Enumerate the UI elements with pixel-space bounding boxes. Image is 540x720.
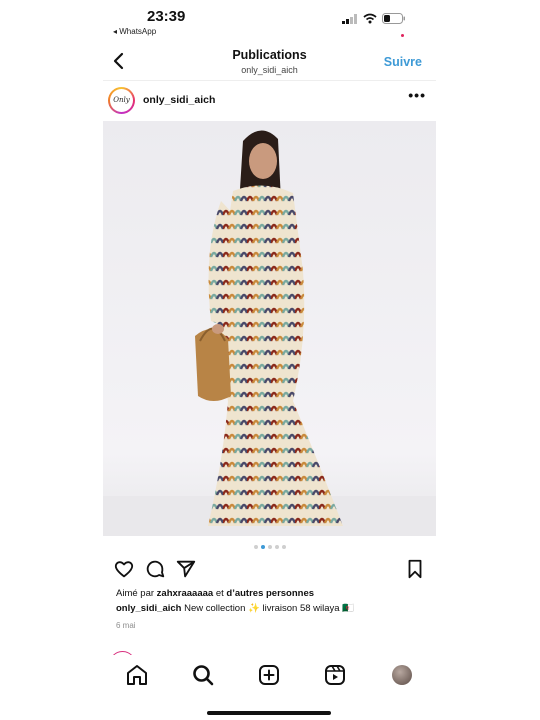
search-icon[interactable] <box>191 663 215 687</box>
home-indicator[interactable] <box>207 711 331 715</box>
post-username[interactable]: only_sidi_aich <box>143 94 215 106</box>
carousel-dot <box>253 545 258 549</box>
post-date: 6 mai <box>116 621 136 630</box>
avatar-logo-text: Only <box>110 89 133 112</box>
likes-prefix: Aimé par <box>116 588 157 599</box>
carousel-indicator <box>103 545 436 549</box>
signal-icon <box>342 13 357 24</box>
likes-user[interactable]: zahxraaaaaa <box>157 588 214 599</box>
more-options-button[interactable]: ••• <box>408 87 426 103</box>
carousel-dot-active <box>260 545 265 549</box>
likes-others[interactable]: d’autres personnes <box>226 588 314 599</box>
send-icon[interactable] <box>175 558 197 580</box>
notification-dot <box>401 34 404 37</box>
post-photo[interactable] <box>103 121 436 536</box>
carousel-dot <box>274 545 279 549</box>
heart-icon[interactable] <box>113 558 135 580</box>
photo-illustration <box>103 121 436 536</box>
top-header: Publications only_sidi_aich Suivre <box>103 40 436 81</box>
caption-text: New collection ✨ livraison 58 wilaya 🇩🇿 <box>181 603 355 614</box>
caption-username[interactable]: only_sidi_aich <box>116 603 181 614</box>
create-icon[interactable] <box>257 663 281 687</box>
back-to-whatsapp[interactable]: ◂ WhatsApp <box>113 27 156 36</box>
carousel-dot <box>267 545 272 549</box>
battery-icon <box>382 13 405 24</box>
bottom-tab-bar <box>103 655 436 695</box>
avatar[interactable]: Only <box>108 87 135 114</box>
comment-icon[interactable] <box>144 558 166 580</box>
wifi-icon <box>363 13 377 24</box>
reels-icon[interactable] <box>323 663 347 687</box>
follow-button[interactable]: Suivre <box>384 55 422 69</box>
carousel-dot <box>281 545 286 549</box>
post-header: Only only_sidi_aich ••• <box>103 84 436 120</box>
status-icons <box>342 13 406 24</box>
bookmark-icon[interactable] <box>404 558 426 580</box>
likes-summary[interactable]: Aimé par zahxraaaaaa et d’autres personn… <box>116 588 314 599</box>
post-caption: only_sidi_aich New collection ✨ livraiso… <box>116 603 354 614</box>
post-action-bar <box>103 556 436 584</box>
status-time: 23:39 <box>147 8 186 25</box>
home-icon[interactable] <box>125 663 149 687</box>
profile-avatar[interactable] <box>392 665 412 685</box>
phone-screen: 23:39 ◂ WhatsApp Publications only_sidi_… <box>103 0 436 720</box>
likes-mid: et <box>213 588 227 599</box>
